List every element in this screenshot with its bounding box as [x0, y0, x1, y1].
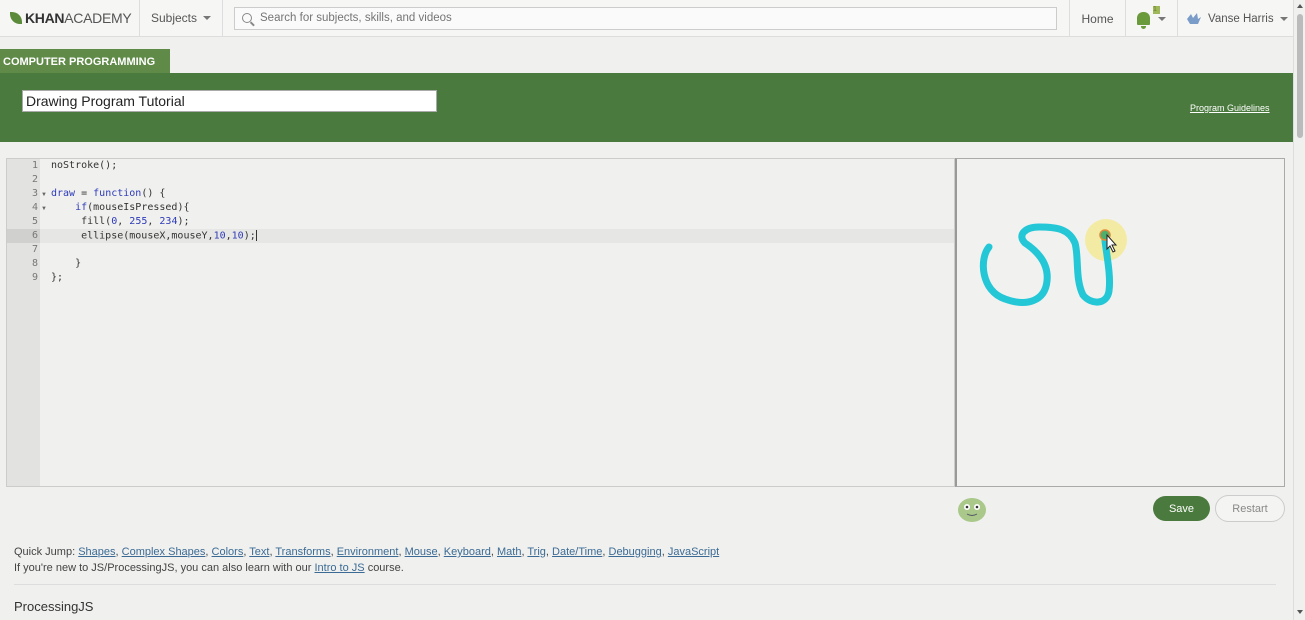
user-menu[interactable]: Vanse Harris: [1177, 0, 1293, 37]
quick-jump-link[interactable]: Transforms: [275, 546, 330, 558]
notification-badge: 1: [1153, 6, 1160, 14]
quick-jump-link[interactable]: Complex Shapes: [122, 546, 206, 558]
tab-label: COMPUTER PROGRAMMING: [3, 55, 156, 68]
line-number: 1: [31, 160, 38, 171]
quick-jump-prefix: Quick Jump:: [14, 546, 76, 558]
chevron-down-icon: [1279, 16, 1288, 21]
code-line: fill(0, 255, 234);: [51, 216, 190, 227]
quick-jump-link[interactable]: Debugging: [609, 546, 662, 558]
intro-suffix: course.: [367, 562, 404, 574]
bell-icon: [1137, 12, 1150, 29]
notifications-button[interactable]: 1: [1125, 0, 1177, 37]
program-title-input[interactable]: Drawing Program Tutorial: [22, 90, 437, 112]
output-canvas[interactable]: [955, 158, 1285, 487]
code-line: };: [51, 272, 64, 283]
user-name: Vanse Harris: [1208, 12, 1274, 25]
save-button[interactable]: Save: [1153, 496, 1210, 521]
leaf-icon: [10, 12, 22, 24]
quick-jump-link[interactable]: Colors: [212, 546, 244, 558]
chevron-down-icon: [203, 16, 212, 20]
restart-button[interactable]: Restart: [1215, 495, 1285, 522]
quick-jump-link[interactable]: Text: [249, 546, 269, 558]
divider: [14, 584, 1276, 585]
search-box[interactable]: [234, 6, 1057, 30]
chevron-down-icon: [1158, 16, 1166, 21]
quick-jump-bar: Quick Jump: Shapes, Complex Shapes, Colo…: [14, 546, 720, 558]
intro-text: If you're new to JS/ProcessingJS, you ca…: [14, 562, 404, 574]
line-number: 2: [31, 174, 38, 185]
scroll-down-icon[interactable]: [1297, 610, 1303, 614]
notification-count: 1: [1153, 6, 1157, 13]
quick-jump-link[interactable]: Shapes: [78, 546, 115, 558]
fold-arrow-icon[interactable]: ▼: [41, 192, 47, 198]
error-buddy-icon[interactable]: [956, 495, 988, 523]
avatar: [1187, 12, 1201, 24]
intro-to-js-link[interactable]: Intro to JS: [314, 562, 364, 574]
drawing-output: [979, 219, 1127, 306]
line-number: 9: [31, 272, 38, 283]
quick-jump-link[interactable]: Keyboard: [444, 546, 491, 558]
code-line: noStroke();: [51, 160, 118, 171]
code-editor[interactable]: 1 2 3 4 5 6 7 8 9 ▼ ▼ noStroke(); draw =…: [6, 158, 955, 487]
line-number: 5: [31, 216, 38, 227]
scroll-up-icon[interactable]: [1297, 4, 1303, 8]
khan-academy-logo[interactable]: KHAN ACADEMY: [0, 0, 140, 37]
logo-bold-text: KHAN: [25, 10, 65, 26]
tab-computer-programming[interactable]: COMPUTER PROGRAMMING: [0, 49, 170, 74]
quick-jump-link[interactable]: Environment: [337, 546, 399, 558]
line-number: 6: [31, 230, 38, 241]
fold-arrow-icon[interactable]: ▼: [41, 206, 47, 212]
line-number: 7: [31, 244, 38, 255]
program-header: Drawing Program Tutorial Program Guideli…: [0, 73, 1293, 142]
code-line: if(mouseIsPressed){: [75, 202, 190, 213]
scroll-thumb[interactable]: [1297, 14, 1303, 138]
text-cursor: [255, 230, 257, 241]
subjects-menu[interactable]: Subjects: [140, 0, 223, 37]
code-line: draw = function() {: [51, 188, 166, 199]
line-number: 3: [31, 188, 38, 199]
subjects-label: Subjects: [150, 11, 198, 25]
quick-jump-link[interactable]: Math: [497, 546, 521, 558]
quick-jump-link[interactable]: Trig: [527, 546, 546, 558]
section-title: ProcessingJS: [14, 599, 94, 614]
logo-light-text: ACADEMY: [64, 10, 132, 26]
home-link[interactable]: Home: [1069, 0, 1125, 37]
quick-jump-link[interactable]: Mouse: [405, 546, 438, 558]
line-number: 4: [31, 202, 38, 213]
program-guidelines-link[interactable]: Program Guidelines: [1190, 103, 1270, 113]
quick-jump-link[interactable]: Date/Time: [552, 546, 602, 558]
quick-jump-link[interactable]: JavaScript: [668, 546, 719, 558]
intro-prefix: If you're new to JS/ProcessingJS, you ca…: [14, 562, 312, 574]
code-line: }: [51, 258, 82, 269]
home-label: Home: [1081, 11, 1114, 26]
search-icon: [242, 13, 252, 23]
code-line: ellipse(mouseX,mouseY,10,10);: [51, 230, 257, 242]
page-scrollbar[interactable]: [1293, 0, 1305, 620]
line-number: 8: [31, 258, 38, 269]
search-input[interactable]: [260, 12, 1020, 24]
